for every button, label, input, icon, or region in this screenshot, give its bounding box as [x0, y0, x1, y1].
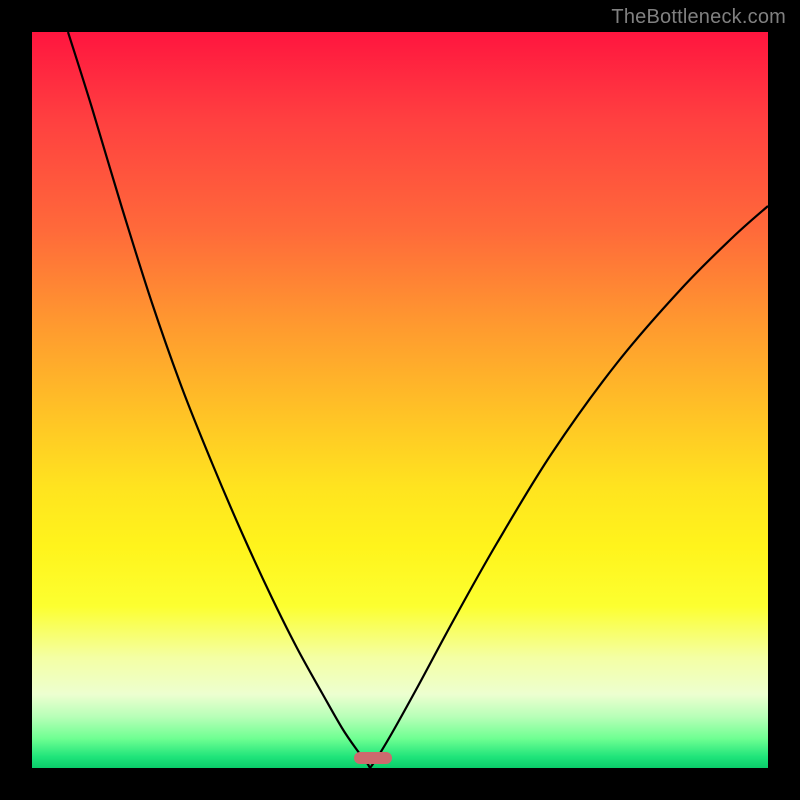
optimal-marker	[354, 752, 392, 764]
curve-right-branch	[370, 206, 768, 768]
plot-area	[32, 32, 768, 768]
curve-left-branch	[68, 32, 370, 768]
bottleneck-curve	[32, 32, 768, 768]
watermark-text: TheBottleneck.com	[611, 6, 786, 29]
chart-frame: TheBottleneck.com	[0, 0, 800, 800]
